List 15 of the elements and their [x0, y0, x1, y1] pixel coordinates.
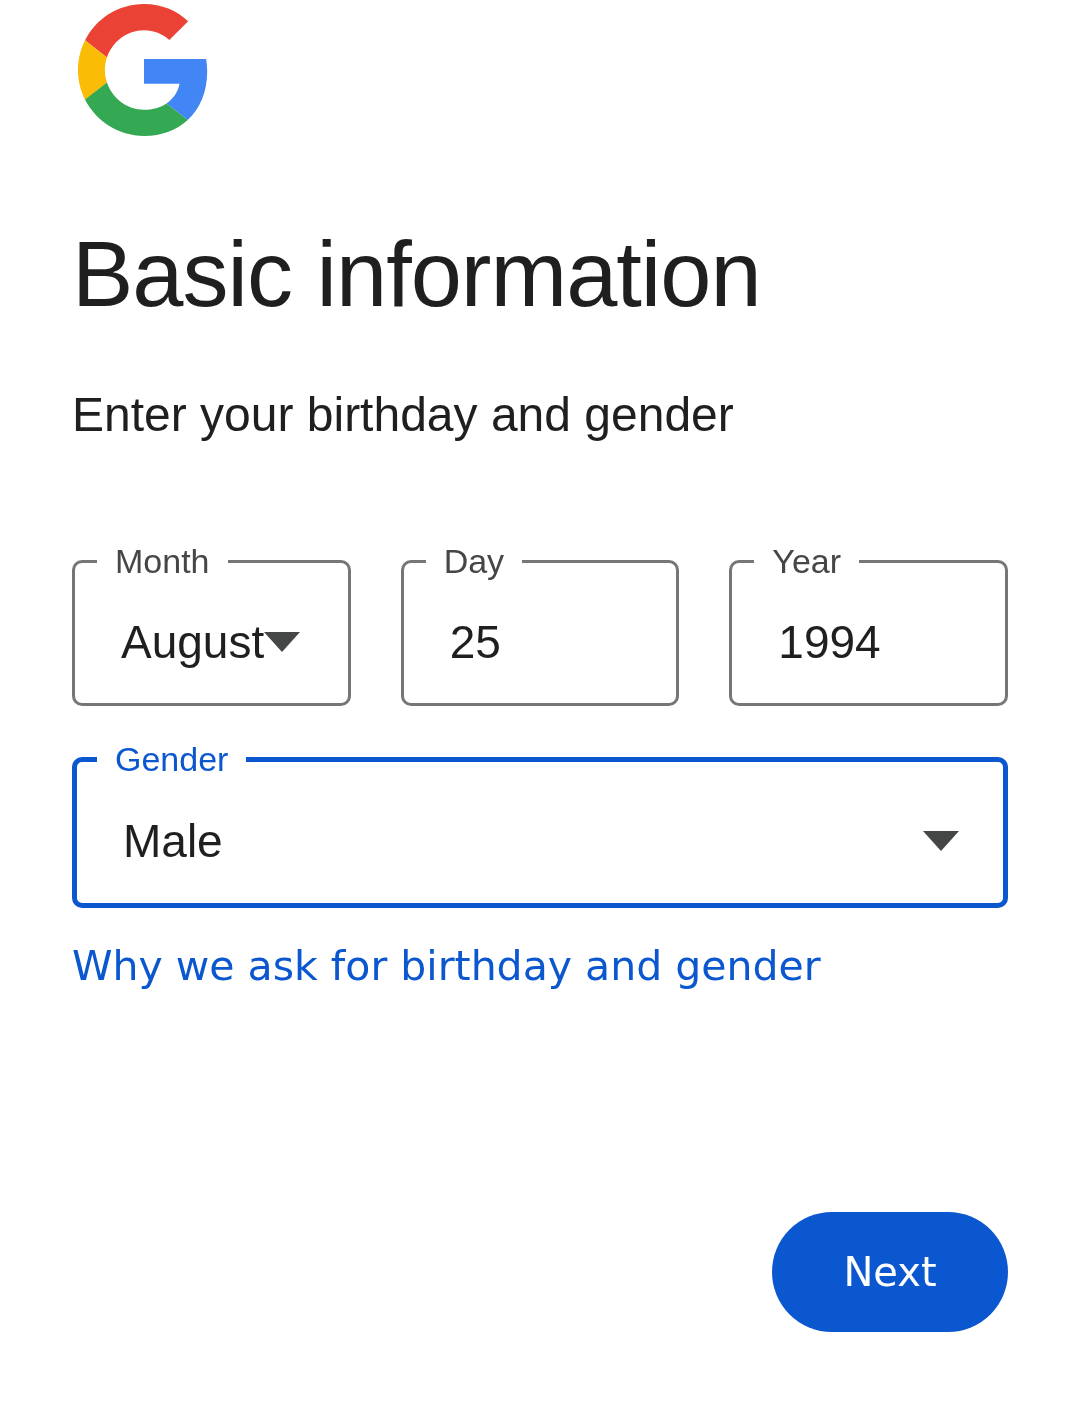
field-label: Month	[114, 542, 211, 582]
page-title: Basic information	[72, 224, 762, 326]
g-logo-icon	[78, 4, 210, 136]
subtitle: Enter your birthday and gender	[72, 387, 735, 443]
next-button[interactable]: Next	[772, 1212, 1008, 1333]
dropdown-arrow-icon	[264, 632, 301, 653]
selected-value: August	[121, 615, 265, 670]
help-link[interactable]: Why we ask for birthday and gender	[72, 942, 821, 991]
field-label: Gender	[114, 740, 230, 780]
selected-value: Male	[123, 814, 223, 869]
field-label: Day	[442, 542, 506, 582]
field-label: Year	[771, 542, 843, 582]
field-value: 1994	[778, 615, 881, 670]
dropdown-arrow-icon	[923, 831, 959, 852]
field-value: 25	[449, 615, 501, 670]
